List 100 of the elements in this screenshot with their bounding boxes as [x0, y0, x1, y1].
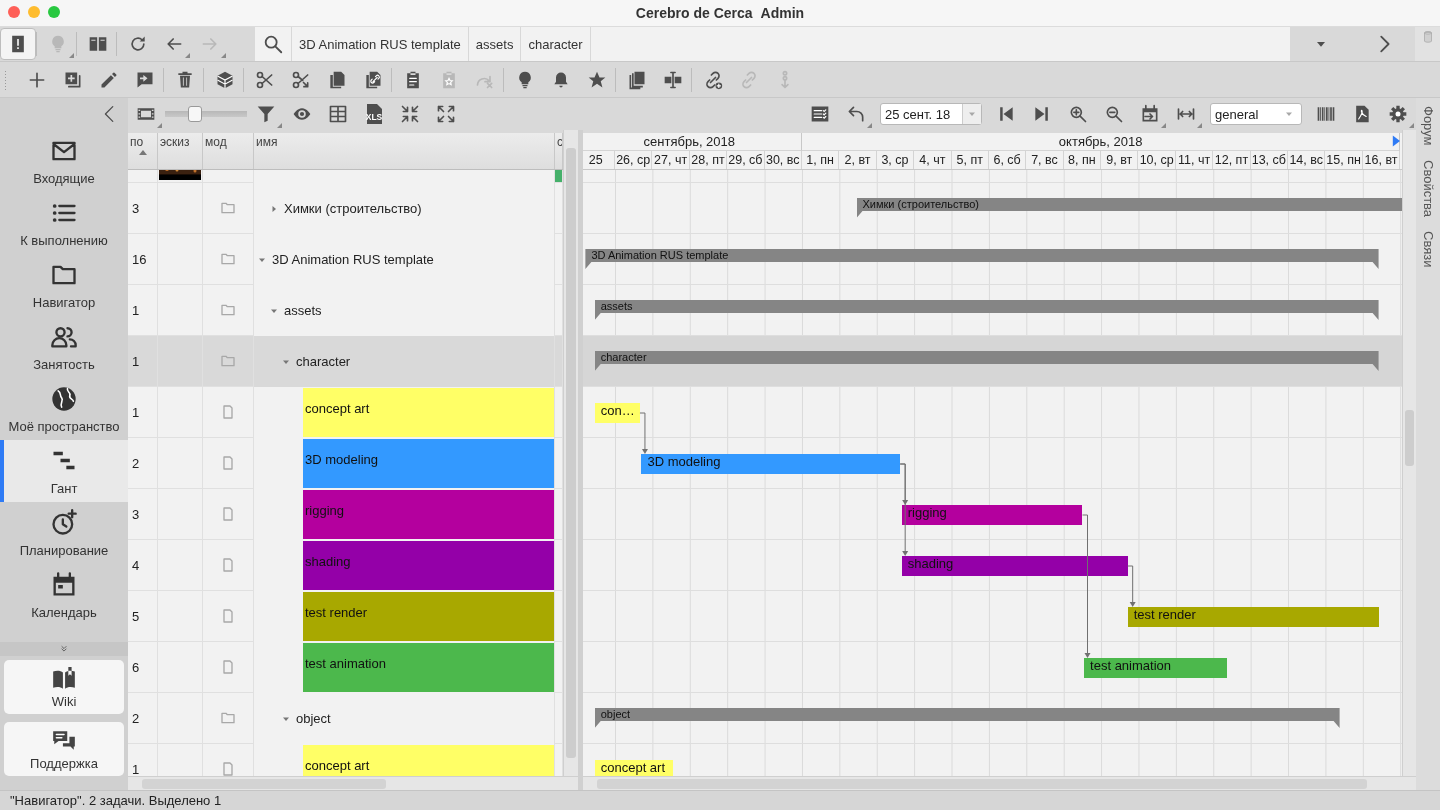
document-icon [220, 455, 236, 471]
menu-corner-icon [185, 53, 190, 58]
breadcrumb[interactable]: 3D Animation RUS template [291, 27, 468, 61]
right-triangle-icon[interactable] [1392, 135, 1400, 147]
day-header: 11, чт [1175, 151, 1214, 169]
status-bar: "Навигатор". 2 задачи. Выделено 1 [0, 790, 1440, 810]
table-row[interactable]: 6 test animation [128, 642, 563, 693]
nav-item[interactable]: Занятость [0, 316, 128, 378]
nav-item[interactable]: Гант [0, 440, 128, 502]
table-cell: 1 [132, 353, 140, 369]
folder-icon [220, 251, 236, 267]
nav-item[interactable]: Календарь [0, 564, 128, 626]
user-name: Admin [760, 5, 805, 21]
day-header: 27, чт [652, 151, 690, 169]
day-header: 6, сб [988, 151, 1027, 169]
book-icon [88, 34, 108, 54]
table-row[interactable]: 16 3D Animation RUS template [128, 234, 563, 285]
document-icon [220, 506, 236, 522]
table-row[interactable]: 1 concept art [128, 387, 563, 438]
table-cell: 3 [132, 200, 140, 216]
summary-bar[interactable]: object [594, 708, 1340, 728]
link-card[interactable]: Wiki [4, 660, 124, 714]
link-card[interactable]: Поддержка [4, 722, 124, 776]
table-row[interactable]: 1 assets [128, 285, 563, 336]
table-cell: 2 [132, 710, 140, 726]
table-row[interactable]: 2 object [128, 693, 563, 744]
folder-icon [220, 302, 236, 318]
task-bar[interactable]: concept art [594, 760, 673, 776]
column-header[interactable]: по [128, 133, 158, 169]
slider-thumb[interactable] [188, 106, 203, 122]
side-tab[interactable]: Свойства [1420, 155, 1436, 221]
splitter-handle[interactable] [578, 130, 583, 790]
close-button[interactable] [8, 6, 20, 18]
table-row[interactable]: 5 test render [128, 591, 563, 642]
document-icon [220, 761, 236, 776]
nav-item[interactable]: Моё пространство [0, 378, 128, 440]
task-bar[interactable]: con… [594, 403, 640, 423]
side-tab[interactable]: Форум [1420, 102, 1436, 150]
filter-icon [256, 104, 276, 124]
table-cell: 1 [132, 761, 140, 776]
day-header: 8, пн [1063, 151, 1102, 169]
column-header[interactable]: мод [203, 133, 254, 169]
table-cell: 2 [132, 455, 140, 471]
grip-handle[interactable] [4, 69, 8, 90]
table-row[interactable]: 3 Химки (строительство) [128, 183, 563, 234]
nav-item[interactable]: Планирование [0, 502, 128, 564]
day-header: 28, пт [689, 151, 728, 169]
settings-icon [1388, 104, 1408, 124]
vertical-scrollbar[interactable] [563, 130, 578, 776]
dependency-arrow [639, 412, 648, 454]
document-icon [220, 404, 236, 420]
table-cell: 5 [132, 608, 140, 624]
copy-link-icon [363, 69, 383, 90]
search-icon [262, 33, 284, 55]
day-header: 3, ср [876, 151, 915, 169]
row-name: object [296, 711, 331, 726]
summary-bar[interactable]: 3D Animation RUS template [585, 249, 1379, 269]
menu-corner-icon [221, 53, 226, 58]
column-header[interactable]: эскиз [158, 133, 203, 169]
day-header: 14, вс [1288, 151, 1326, 169]
breadcrumb[interactable]: character [520, 27, 591, 61]
nav-item[interactable]: Входящие [0, 130, 128, 192]
task-bar[interactable]: test render [1127, 607, 1379, 627]
task-name-cell: concept art [303, 388, 554, 437]
column-header[interactable]: имя [254, 133, 555, 169]
day-header: 9, вт [1101, 151, 1139, 169]
task-name-cell: concept art [303, 745, 554, 776]
day-header: 29, сб [727, 151, 765, 169]
task-name-cell: rigging [303, 490, 554, 539]
cube-icon [215, 69, 235, 90]
task-bar[interactable]: test animation [1084, 658, 1228, 678]
summary-bar[interactable]: assets [594, 300, 1379, 320]
day-header: 2, вт [839, 151, 877, 169]
horizontal-scrollbar[interactable] [583, 776, 1416, 790]
nav-item[interactable]: К выполнению [0, 192, 128, 254]
table-cell: 16 [132, 251, 147, 267]
nav-item[interactable]: Навигатор [0, 254, 128, 316]
document-icon [220, 608, 236, 624]
date-field[interactable]: 25 сент. 18 [880, 103, 982, 125]
stack-icon [627, 69, 647, 90]
side-tab[interactable]: Связи [1420, 226, 1436, 271]
breadcrumb[interactable]: assets [467, 27, 521, 61]
task-name-cell: test animation [303, 643, 554, 692]
vertical-scrollbar[interactable] [1402, 130, 1416, 776]
summary-bar[interactable]: character [594, 351, 1379, 371]
table-row[interactable]: 3 rigging [128, 489, 563, 540]
table-row[interactable]: 4 shading [128, 540, 563, 591]
dependency-arrow [1127, 565, 1136, 607]
menu-corner-icon [69, 53, 74, 58]
table-row[interactable]: 1 character [128, 336, 563, 387]
toolbar-button[interactable] [0, 28, 36, 60]
task-bar[interactable]: 3D modeling [641, 454, 901, 474]
day-header: 5, пт [951, 151, 989, 169]
link-icon [739, 69, 759, 90]
table-row[interactable]: 2 3D modeling [128, 438, 563, 489]
summary-bar[interactable]: Химки (строительство) [856, 198, 1402, 218]
zoom-in-icon [1068, 104, 1088, 124]
day-header: 26, ср [615, 151, 653, 169]
horizontal-scrollbar[interactable] [128, 776, 578, 790]
profile-select[interactable]: general [1210, 103, 1302, 125]
